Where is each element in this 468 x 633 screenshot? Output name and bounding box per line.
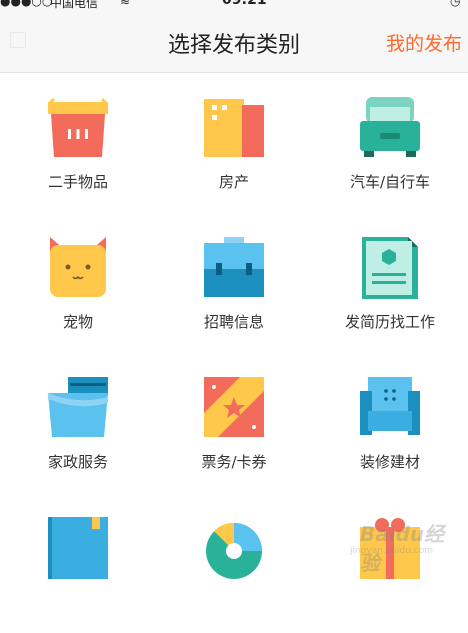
category-item[interactable]: 发简历找工作 — [312, 213, 468, 353]
category-label: 宠物 — [62, 313, 93, 331]
armchair-icon — [360, 377, 420, 435]
category-label: 二手物品 — [47, 173, 108, 191]
category-label: 汽车/自行车 — [349, 173, 431, 191]
briefcase-icon — [204, 237, 264, 297]
resume-document-icon — [362, 237, 418, 299]
category-item[interactable]: 房产 — [156, 73, 312, 213]
pie-chart-icon — [206, 522, 262, 579]
car-icon — [360, 97, 420, 157]
category-item[interactable]: 票务/卡券 — [156, 353, 312, 493]
category-label: 招聘信息 — [203, 313, 264, 331]
category-label: 房产 — [218, 173, 249, 191]
category-grid: 二手物品 房产 汽车/自行车 宠物 招聘信息 发简历找工作 家政服务 票务/卡券… — [0, 73, 468, 579]
my-posts-button[interactable]: 我的发布 — [386, 29, 462, 56]
navigation-bar: 选择发布类别 我的发布 — [0, 10, 468, 73]
cleaning-bucket-icon — [48, 377, 108, 437]
building-icon — [204, 99, 264, 157]
category-label: 装修建材 — [359, 453, 420, 471]
cat-icon — [50, 237, 106, 297]
signal-strength-indicator: ●●●○○ — [0, 0, 53, 8]
category-item[interactable]: 宠物 — [0, 213, 156, 353]
category-item[interactable] — [0, 493, 156, 633]
category-label: 家政服务 — [47, 453, 108, 471]
category-item[interactable]: 汽车/自行车 — [312, 73, 468, 213]
category-label: 发简历找工作 — [344, 313, 435, 331]
carrier-name: 中国电信 — [50, 0, 99, 10]
ticket-icon — [204, 377, 264, 437]
watermark: Baidu经验 jingyan.baidu.com — [330, 516, 462, 575]
alarm-icon: ◷ — [450, 0, 461, 8]
category-item[interactable]: 二手物品 — [0, 73, 156, 213]
book-icon — [48, 517, 108, 579]
category-label: 票务/卡券 — [201, 453, 267, 471]
shopping-basket-icon — [48, 97, 108, 157]
status-bar: ●●●○○ 中国电信 ≋ 09:21 ◷ — [0, 0, 468, 10]
status-time: 09:21 — [222, 0, 267, 8]
category-item[interactable]: 装修建材 — [312, 353, 468, 493]
watermark-url: jingyan.baidu.com — [350, 546, 434, 556]
category-item[interactable]: 招聘信息 — [156, 213, 312, 353]
category-item[interactable] — [156, 493, 312, 633]
wifi-icon: ≋ — [120, 0, 131, 8]
category-item[interactable]: 家政服务 — [0, 353, 156, 493]
